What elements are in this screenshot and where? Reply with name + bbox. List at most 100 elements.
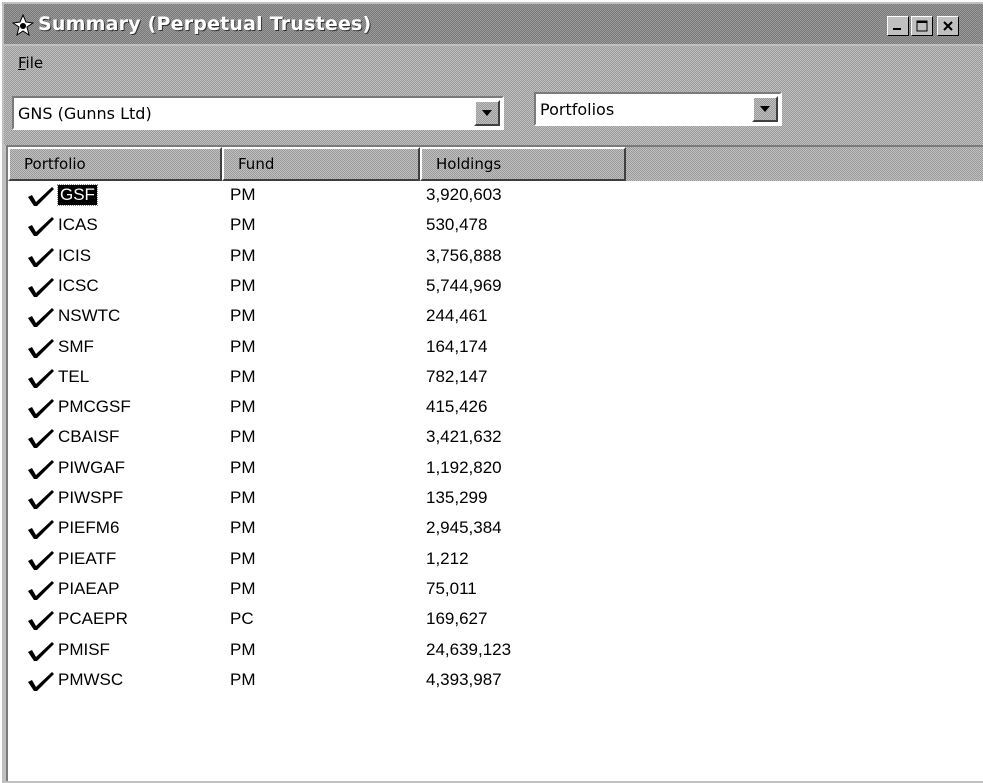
cell-fund: PM bbox=[230, 518, 256, 538]
cell-holdings: 169,627 bbox=[426, 609, 488, 629]
chevron-down-icon bbox=[760, 106, 770, 112]
cell-holdings: 3,421,632 bbox=[426, 427, 502, 447]
table-row[interactable]: SMF PM 164,174 bbox=[8, 333, 983, 363]
summary-window: Summary (Perpetual Trustees) File GNS (G… bbox=[0, 0, 983, 783]
checkmark-icon bbox=[28, 399, 54, 419]
cell-holdings: 3,756,888 bbox=[426, 245, 502, 265]
table-row[interactable]: ICIS PM 3,756,888 bbox=[8, 242, 983, 272]
cell-portfolio: NSWTC bbox=[58, 306, 121, 326]
cell-portfolio: CBAISF bbox=[58, 427, 120, 447]
cell-holdings: 4,393,987 bbox=[426, 669, 502, 689]
cell-portfolio: TEL bbox=[58, 366, 90, 386]
cell-fund: PM bbox=[230, 457, 256, 477]
checkmark-icon bbox=[28, 308, 54, 328]
table-row[interactable]: PCAEPR PC 169,627 bbox=[8, 605, 983, 635]
checkmark-icon bbox=[28, 217, 54, 237]
cell-holdings: 415,426 bbox=[426, 397, 488, 417]
table-row[interactable]: CBAISF PM 3,421,632 bbox=[8, 423, 983, 453]
cell-fund: PM bbox=[230, 427, 256, 447]
cell-fund: PM bbox=[230, 245, 256, 265]
minimize-button[interactable] bbox=[887, 16, 909, 36]
checkmark-icon bbox=[28, 641, 54, 661]
table-row[interactable]: PMWSC PM 4,393,987 bbox=[8, 666, 983, 696]
security-combo-dropdown-button[interactable] bbox=[474, 100, 500, 126]
table-row[interactable]: PMCGSF PM 415,426 bbox=[8, 393, 983, 423]
cell-portfolio: PMCGSF bbox=[58, 397, 131, 417]
cell-holdings: 5,744,969 bbox=[426, 275, 502, 295]
cell-fund: PM bbox=[230, 639, 256, 659]
table-row[interactable]: PIEFM6 PM 2,945,384 bbox=[8, 514, 983, 544]
table-row[interactable]: PMISF PM 24,639,123 bbox=[8, 636, 983, 666]
cell-portfolio: PIEFM6 bbox=[58, 518, 120, 538]
cell-portfolio: PMISF bbox=[58, 639, 110, 659]
cell-fund: PM bbox=[230, 336, 256, 356]
cell-portfolio: ICIS bbox=[58, 245, 92, 265]
list-header: Portfolio Fund Holdings bbox=[8, 147, 983, 181]
cell-fund: PM bbox=[230, 397, 256, 417]
table-row[interactable]: PIWSPF PM 135,299 bbox=[8, 484, 983, 514]
cell-holdings: 135,299 bbox=[426, 488, 488, 507]
cell-portfolio: PIWSPF bbox=[58, 488, 124, 507]
minimize-icon bbox=[893, 28, 901, 30]
menu-bar: File bbox=[4, 46, 983, 80]
portfolio-list[interactable]: Portfolio Fund Holdings GSF PM 3,920,603 IC… bbox=[6, 145, 983, 781]
window-title: Summary (Perpetual Trustees) bbox=[38, 13, 372, 35]
cell-fund: PM bbox=[230, 275, 256, 295]
checkmark-icon bbox=[28, 368, 54, 388]
checkmark-icon bbox=[28, 277, 54, 297]
column-header-fund[interactable]: Fund bbox=[222, 147, 420, 181]
table-row[interactable]: PIAEAP PM 75,011 bbox=[8, 575, 983, 605]
maximize-button[interactable] bbox=[911, 16, 933, 36]
cell-portfolio: PIAEAP bbox=[58, 578, 120, 598]
cell-holdings: 1,212 bbox=[426, 548, 469, 568]
security-combo[interactable]: GNS (Gunns Ltd) bbox=[12, 96, 504, 130]
column-header-portfolio[interactable]: Portfolio bbox=[8, 147, 222, 181]
cell-holdings: 2,945,384 bbox=[426, 518, 502, 538]
security-combo-value: GNS (Gunns Ltd) bbox=[18, 104, 152, 123]
cell-holdings: 164,174 bbox=[426, 336, 488, 356]
checkmark-icon bbox=[28, 338, 54, 358]
cell-fund: PC bbox=[230, 609, 254, 629]
title-bar[interactable]: Summary (Perpetual Trustees) bbox=[4, 4, 983, 44]
cell-holdings: 3,920,603 bbox=[426, 185, 502, 204]
table-row[interactable]: PIEATF PM 1,212 bbox=[8, 545, 983, 575]
cell-holdings: 1,192,820 bbox=[426, 457, 502, 477]
table-row[interactable]: GSF PM 3,920,603 bbox=[8, 181, 983, 211]
cell-portfolio: PIEATF bbox=[58, 548, 117, 568]
menu-file-accelerator: F bbox=[18, 54, 26, 72]
view-combo-value: Portfolios bbox=[540, 100, 615, 119]
view-combo[interactable]: Portfolios bbox=[534, 92, 782, 126]
checkmark-icon bbox=[28, 459, 54, 479]
cell-fund: PM bbox=[230, 306, 256, 326]
checkmark-icon bbox=[28, 429, 54, 449]
close-button[interactable] bbox=[937, 16, 959, 36]
cell-holdings: 24,639,123 bbox=[426, 639, 512, 659]
checkmark-icon bbox=[28, 247, 54, 267]
cell-portfolio: PIWGAF bbox=[58, 457, 126, 477]
chevron-down-icon bbox=[482, 110, 492, 116]
checkmark-icon bbox=[28, 671, 54, 691]
cell-fund: PM bbox=[230, 366, 256, 386]
cell-fund: PM bbox=[230, 578, 256, 598]
checkmark-icon bbox=[28, 611, 54, 631]
app-icon bbox=[12, 14, 34, 36]
table-row[interactable]: ICSC PM 5,744,969 bbox=[8, 272, 983, 302]
column-header-holdings[interactable]: Holdings bbox=[420, 147, 626, 181]
menu-file[interactable]: File bbox=[18, 54, 43, 72]
table-row[interactable]: ICAS PM 530,478 bbox=[8, 211, 983, 241]
table-row[interactable]: PIWGAF PM 1,192,820 bbox=[8, 454, 983, 484]
cell-fund: PM bbox=[230, 669, 256, 689]
cell-portfolio: GSF bbox=[57, 184, 98, 206]
checkmark-icon bbox=[28, 550, 54, 570]
cell-holdings: 244,461 bbox=[426, 306, 488, 326]
view-combo-dropdown-button[interactable] bbox=[752, 96, 778, 122]
cell-fund: PM bbox=[230, 548, 256, 568]
close-icon bbox=[943, 21, 953, 31]
table-row[interactable]: TEL PM 782,147 bbox=[8, 363, 983, 393]
cell-holdings: 782,147 bbox=[426, 366, 488, 386]
cell-portfolio: ICSC bbox=[58, 275, 99, 295]
maximize-icon bbox=[916, 20, 928, 32]
cell-portfolio: ICAS bbox=[58, 215, 98, 235]
cell-fund: PM bbox=[230, 185, 256, 204]
table-row[interactable]: NSWTC PM 244,461 bbox=[8, 302, 983, 332]
